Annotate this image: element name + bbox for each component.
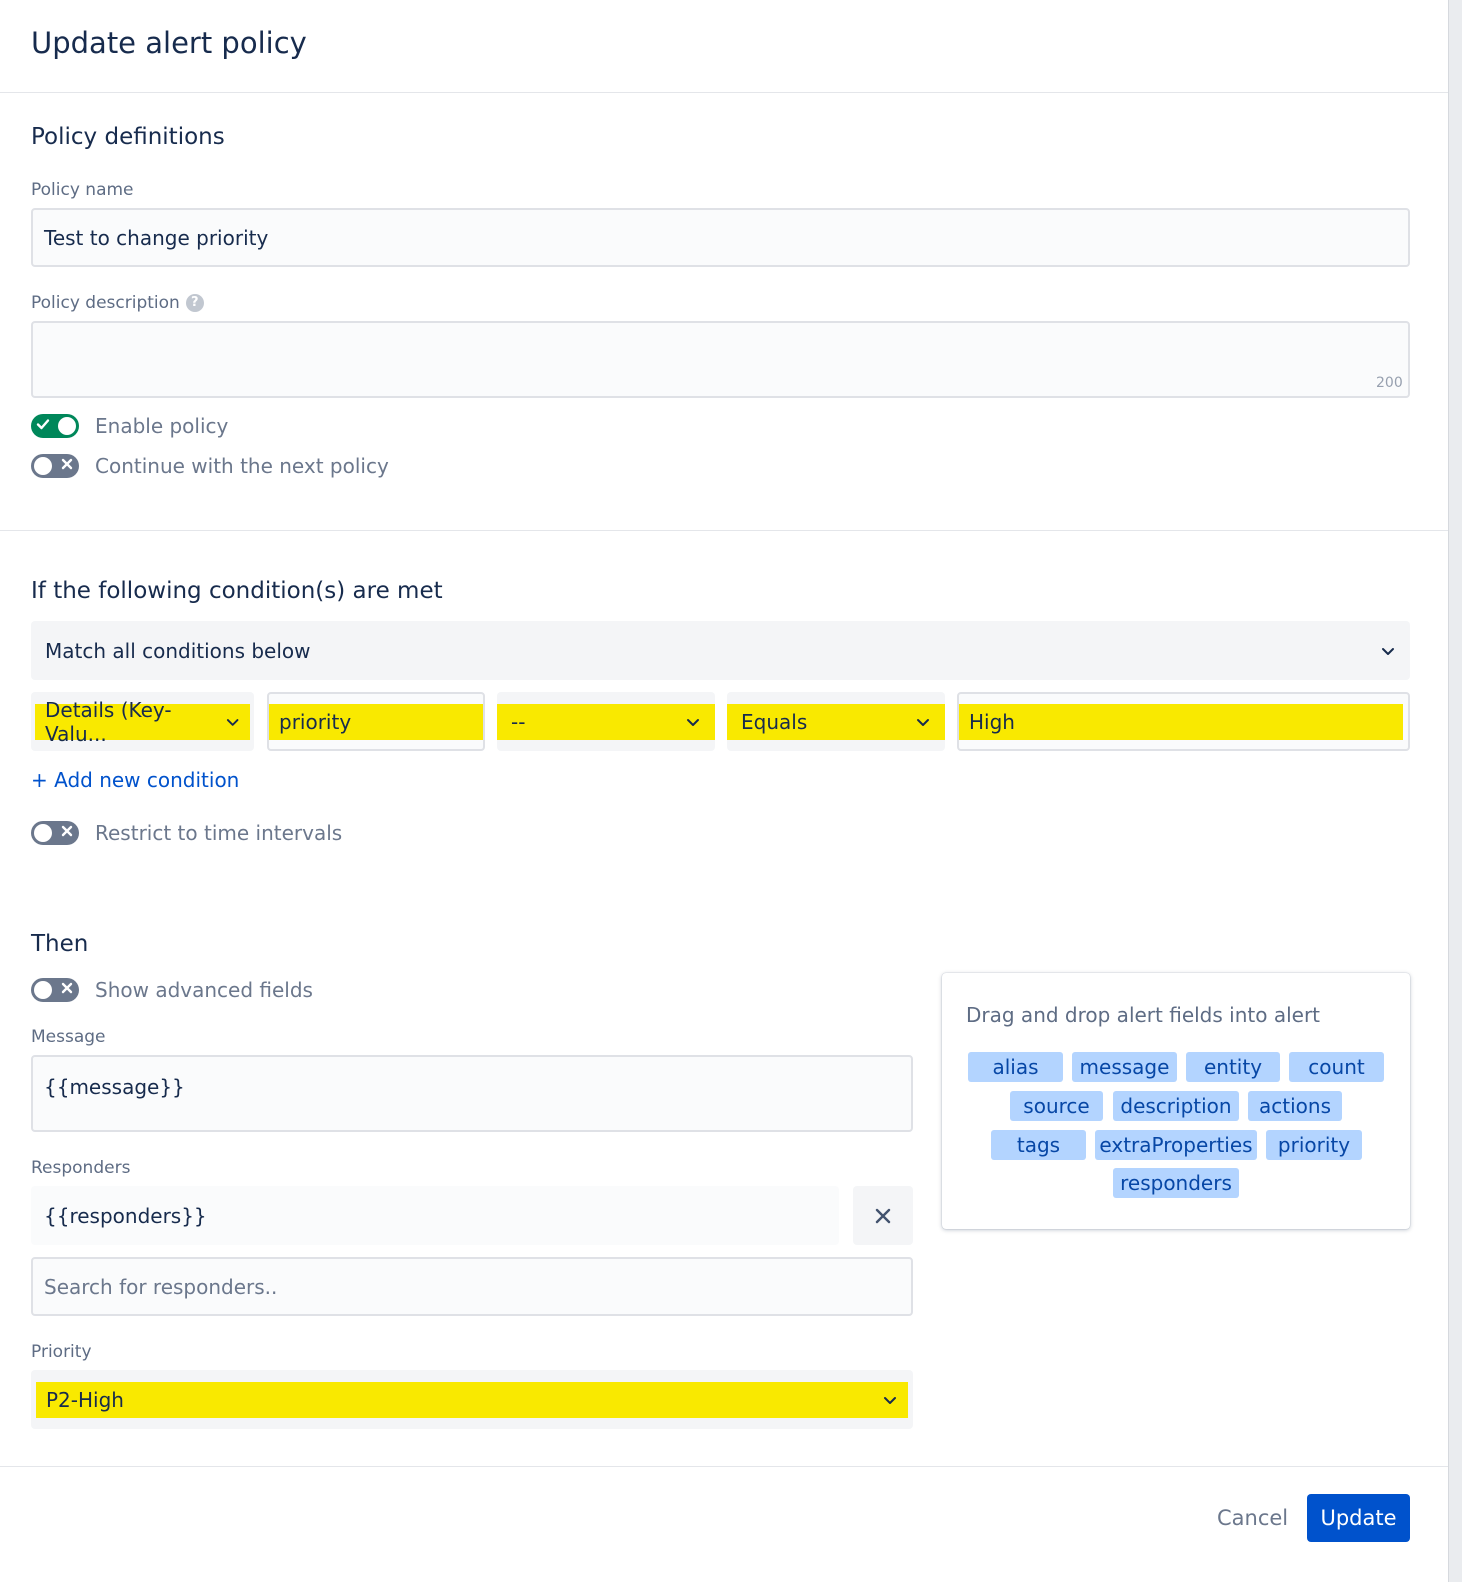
header-divider bbox=[0, 92, 1448, 93]
toggle-knob bbox=[58, 417, 76, 435]
dialog-title: Update alert policy bbox=[31, 26, 307, 60]
chevron-down-icon bbox=[884, 1396, 896, 1404]
condition-operator-select[interactable]: Equals bbox=[727, 692, 945, 751]
help-icon[interactable]: ? bbox=[185, 294, 204, 312]
responders-search-placeholder: Search for responders.. bbox=[44, 1274, 278, 1299]
condition-modifier-value: -- bbox=[511, 709, 526, 734]
field-chip-entity[interactable]: entity bbox=[1186, 1052, 1280, 1082]
alert-fields-panel: Drag and drop alert fields into alert al… bbox=[942, 973, 1410, 1229]
field-chip-count[interactable]: count bbox=[1289, 1052, 1384, 1082]
continue-next-policy-label: Continue with the next policy bbox=[95, 454, 389, 478]
priority-label: Priority bbox=[31, 1342, 92, 1362]
message-label: Message bbox=[31, 1027, 106, 1047]
continue-next-policy-toggle[interactable] bbox=[31, 454, 79, 478]
toggle-knob bbox=[34, 457, 52, 475]
policy-name-label: Policy name bbox=[31, 180, 134, 200]
policy-name-input[interactable]: Test to change priority bbox=[31, 208, 1410, 267]
chevron-down-icon bbox=[687, 718, 699, 726]
cross-icon bbox=[58, 981, 76, 999]
responders-value: {{responders}} bbox=[44, 1203, 207, 1228]
match-conditions-select[interactable]: Match all conditions below bbox=[31, 621, 1410, 680]
condition-field-value: Details (Key-Valu... bbox=[45, 697, 172, 746]
chevron-down-icon bbox=[226, 718, 239, 726]
description-char-count: 200 bbox=[1376, 375, 1403, 391]
definitions-divider bbox=[0, 530, 1448, 531]
condition-key-input[interactable]: priority bbox=[267, 692, 485, 751]
message-input[interactable]: {{message}} bbox=[31, 1055, 913, 1132]
restrict-time-intervals-toggle[interactable] bbox=[31, 821, 79, 845]
responders-search-input[interactable]: Search for responders.. bbox=[31, 1257, 913, 1316]
policy-description-label: Policy description? bbox=[31, 293, 204, 313]
priority-value: P2-High bbox=[46, 1387, 124, 1412]
match-conditions-value: Match all conditions below bbox=[45, 638, 311, 663]
policy-description-label-text: Policy description bbox=[31, 293, 180, 313]
field-chip-actions[interactable]: actions bbox=[1248, 1091, 1342, 1121]
condition-modifier-select[interactable]: -- bbox=[497, 692, 715, 751]
show-advanced-fields-toggle[interactable] bbox=[31, 978, 79, 1002]
condition-field-select[interactable]: Details (Key-Valu... bbox=[31, 692, 254, 751]
field-chip-extraproperties[interactable]: extraProperties bbox=[1095, 1130, 1257, 1160]
close-icon bbox=[875, 1208, 891, 1223]
clear-responders-button[interactable] bbox=[853, 1186, 913, 1245]
policy-description-textarea[interactable] bbox=[31, 321, 1410, 398]
cancel-button[interactable]: Cancel bbox=[1217, 1506, 1288, 1530]
footer-divider bbox=[0, 1466, 1448, 1467]
toggle-knob bbox=[34, 981, 52, 999]
field-chip-message[interactable]: message bbox=[1072, 1052, 1177, 1082]
check-icon bbox=[34, 417, 52, 436]
update-button[interactable]: Update bbox=[1307, 1494, 1410, 1542]
field-chip-priority[interactable]: priority bbox=[1266, 1130, 1362, 1160]
section-title-conditions: If the following condition(s) are met bbox=[31, 578, 443, 604]
enable-policy-toggle[interactable] bbox=[31, 414, 79, 438]
field-chip-responders[interactable]: responders bbox=[1113, 1168, 1239, 1198]
field-chip-source[interactable]: source bbox=[1010, 1091, 1103, 1121]
condition-key-value: priority bbox=[279, 709, 352, 734]
page-scroll-edge bbox=[1448, 0, 1462, 1582]
cross-icon bbox=[58, 824, 76, 842]
message-value: {{message}} bbox=[44, 1075, 185, 1099]
responders-label: Responders bbox=[31, 1158, 131, 1178]
cross-icon bbox=[58, 457, 76, 475]
show-advanced-fields-label: Show advanced fields bbox=[95, 978, 313, 1002]
section-title-definitions: Policy definitions bbox=[31, 124, 225, 150]
condition-value-value: High bbox=[969, 709, 1015, 734]
section-title-then: Then bbox=[31, 931, 89, 957]
condition-operator-value: Equals bbox=[741, 709, 808, 734]
chevron-down-icon bbox=[917, 718, 929, 726]
chevron-down-icon bbox=[1382, 647, 1394, 655]
responders-input[interactable]: {{responders}} bbox=[31, 1186, 839, 1245]
field-chip-description[interactable]: description bbox=[1113, 1091, 1239, 1121]
enable-policy-label: Enable policy bbox=[95, 414, 229, 438]
field-chip-tags[interactable]: tags bbox=[991, 1130, 1086, 1160]
policy-name-value: Test to change priority bbox=[44, 225, 269, 250]
toggle-knob bbox=[34, 824, 52, 842]
condition-value-input[interactable]: High bbox=[957, 692, 1410, 751]
restrict-time-intervals-label: Restrict to time intervals bbox=[95, 821, 343, 845]
add-new-condition-link[interactable]: + Add new condition bbox=[31, 768, 239, 792]
field-chip-alias[interactable]: alias bbox=[968, 1052, 1063, 1082]
alert-fields-panel-title: Drag and drop alert fields into alert bbox=[966, 1003, 1321, 1027]
priority-select[interactable]: P2-High bbox=[31, 1370, 913, 1429]
